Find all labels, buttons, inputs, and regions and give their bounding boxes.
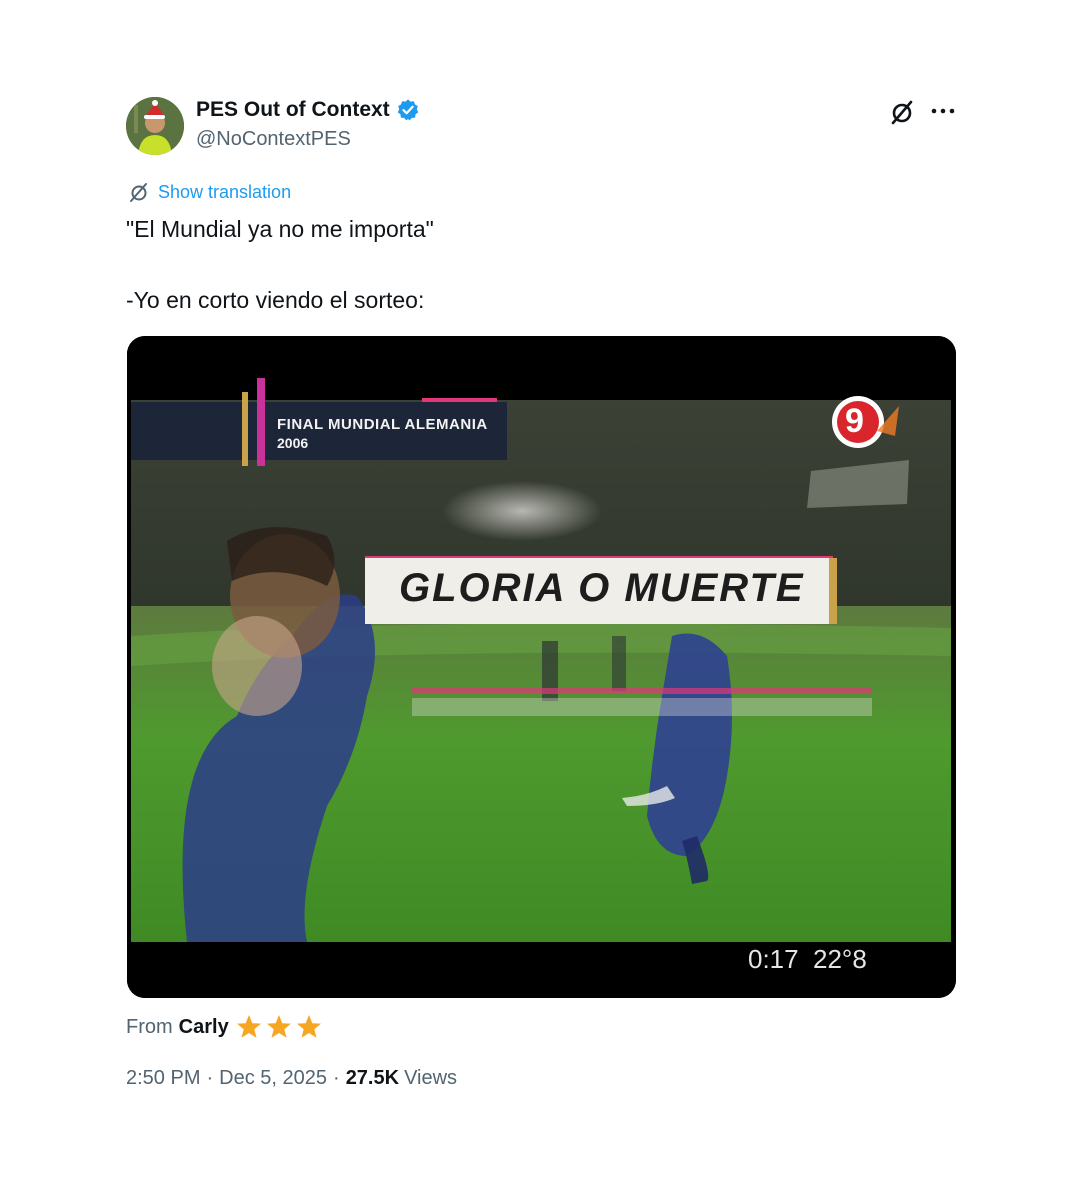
source-app-name[interactable]: Carly — [179, 1016, 229, 1039]
video-caption: GLORIA O MUERTE — [399, 566, 805, 610]
author-handle[interactable]: @NoContextPES — [196, 128, 351, 151]
video-frame — [127, 336, 956, 998]
verified-badge-icon — [397, 99, 418, 121]
grok-translate-icon — [130, 183, 147, 202]
grok-icon[interactable] — [888, 98, 916, 126]
avatar[interactable] — [126, 97, 184, 155]
show-translation-link[interactable]: Show translation — [128, 181, 291, 203]
tweet-date[interactable]: Dec 5, 2025 — [219, 1067, 327, 1090]
tweet-meta: 2:50 PM · Dec 5, 2025 · 27.5K Views — [126, 1067, 457, 1090]
show-translation-label[interactable]: Show translation — [158, 182, 291, 203]
video-banner-year: 2006 — [277, 435, 309, 451]
star-rating-icon — [236, 1015, 321, 1038]
source-prefix: From — [126, 1015, 173, 1038]
tweet-text-line-1: "El Mundial ya no me importa" — [126, 216, 434, 242]
meta-separator: · — [206, 1067, 214, 1089]
source-label: From Carly — [126, 1013, 327, 1041]
meta-separator: · — [333, 1067, 340, 1089]
display-name[interactable]: PES Out of Context — [196, 98, 390, 122]
tweet-text-line-2: -Yo en corto viendo el sorteo: — [126, 287, 425, 313]
video-channel-number: 9 — [845, 402, 864, 440]
video-player[interactable]: FINAL MUNDIAL ALEMANIA 2006 9 GLORIA O M… — [127, 336, 956, 998]
views-label: Views — [404, 1067, 458, 1089]
video-banner-title: FINAL MUNDIAL ALEMANIA — [277, 416, 488, 433]
author-name-row[interactable]: PES Out of Context — [196, 98, 420, 122]
tweet: PES Out of Context @NoContextPES Show tr… — [0, 0, 1080, 1190]
views-count[interactable]: 27.5K — [346, 1067, 399, 1090]
tweet-time[interactable]: 2:50 PM — [126, 1067, 200, 1090]
video-time-total: 22°8 — [813, 944, 867, 974]
video-time-elapsed: 0:17 — [748, 944, 799, 974]
more-icon[interactable] — [930, 98, 956, 126]
